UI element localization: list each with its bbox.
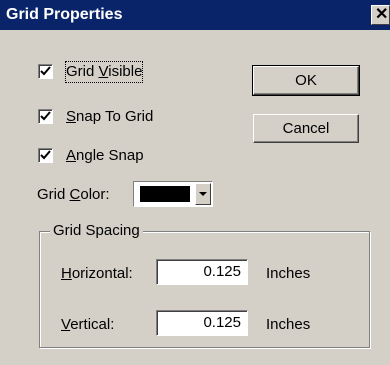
checkbox-box[interactable] bbox=[38, 64, 53, 79]
check-icon bbox=[40, 150, 51, 160]
vertical-unit: Inches bbox=[266, 316, 311, 333]
close-button[interactable]: ✕ bbox=[371, 5, 390, 25]
color-swatch bbox=[140, 186, 190, 202]
grid-color-picker[interactable] bbox=[133, 181, 213, 207]
checkbox-box[interactable] bbox=[38, 148, 53, 163]
grid-visible-label: Grid Visible bbox=[64, 61, 144, 83]
ok-button[interactable]: OK bbox=[252, 65, 360, 96]
grid-color-label: Grid Color: bbox=[37, 186, 110, 203]
horizontal-spacing-input[interactable]: 0.125 bbox=[156, 259, 248, 285]
title-bar[interactable]: Grid Properties ✕ bbox=[0, 0, 390, 30]
horizontal-unit: Inches bbox=[266, 265, 311, 282]
vertical-spacing-input[interactable]: 0.125 bbox=[156, 310, 248, 336]
check-icon bbox=[40, 111, 51, 121]
chevron-down-icon[interactable] bbox=[195, 183, 211, 205]
close-icon: ✕ bbox=[375, 6, 389, 23]
snap-to-grid-label: Snap To Grid bbox=[66, 108, 154, 125]
grid-properties-dialog: Grid Properties ✕ Grid Visible Snap To G… bbox=[0, 0, 390, 365]
angle-snap-label: Angle Snap bbox=[66, 147, 144, 164]
cancel-button[interactable]: Cancel bbox=[253, 114, 359, 143]
checkbox-box[interactable] bbox=[38, 109, 53, 124]
vertical-label: Vertical: bbox=[61, 316, 115, 333]
horizontal-label: Horizontal: bbox=[61, 265, 133, 282]
check-icon bbox=[40, 66, 51, 76]
grid-spacing-title: Grid Spacing bbox=[50, 222, 143, 240]
dialog-title: Grid Properties bbox=[6, 6, 123, 23]
